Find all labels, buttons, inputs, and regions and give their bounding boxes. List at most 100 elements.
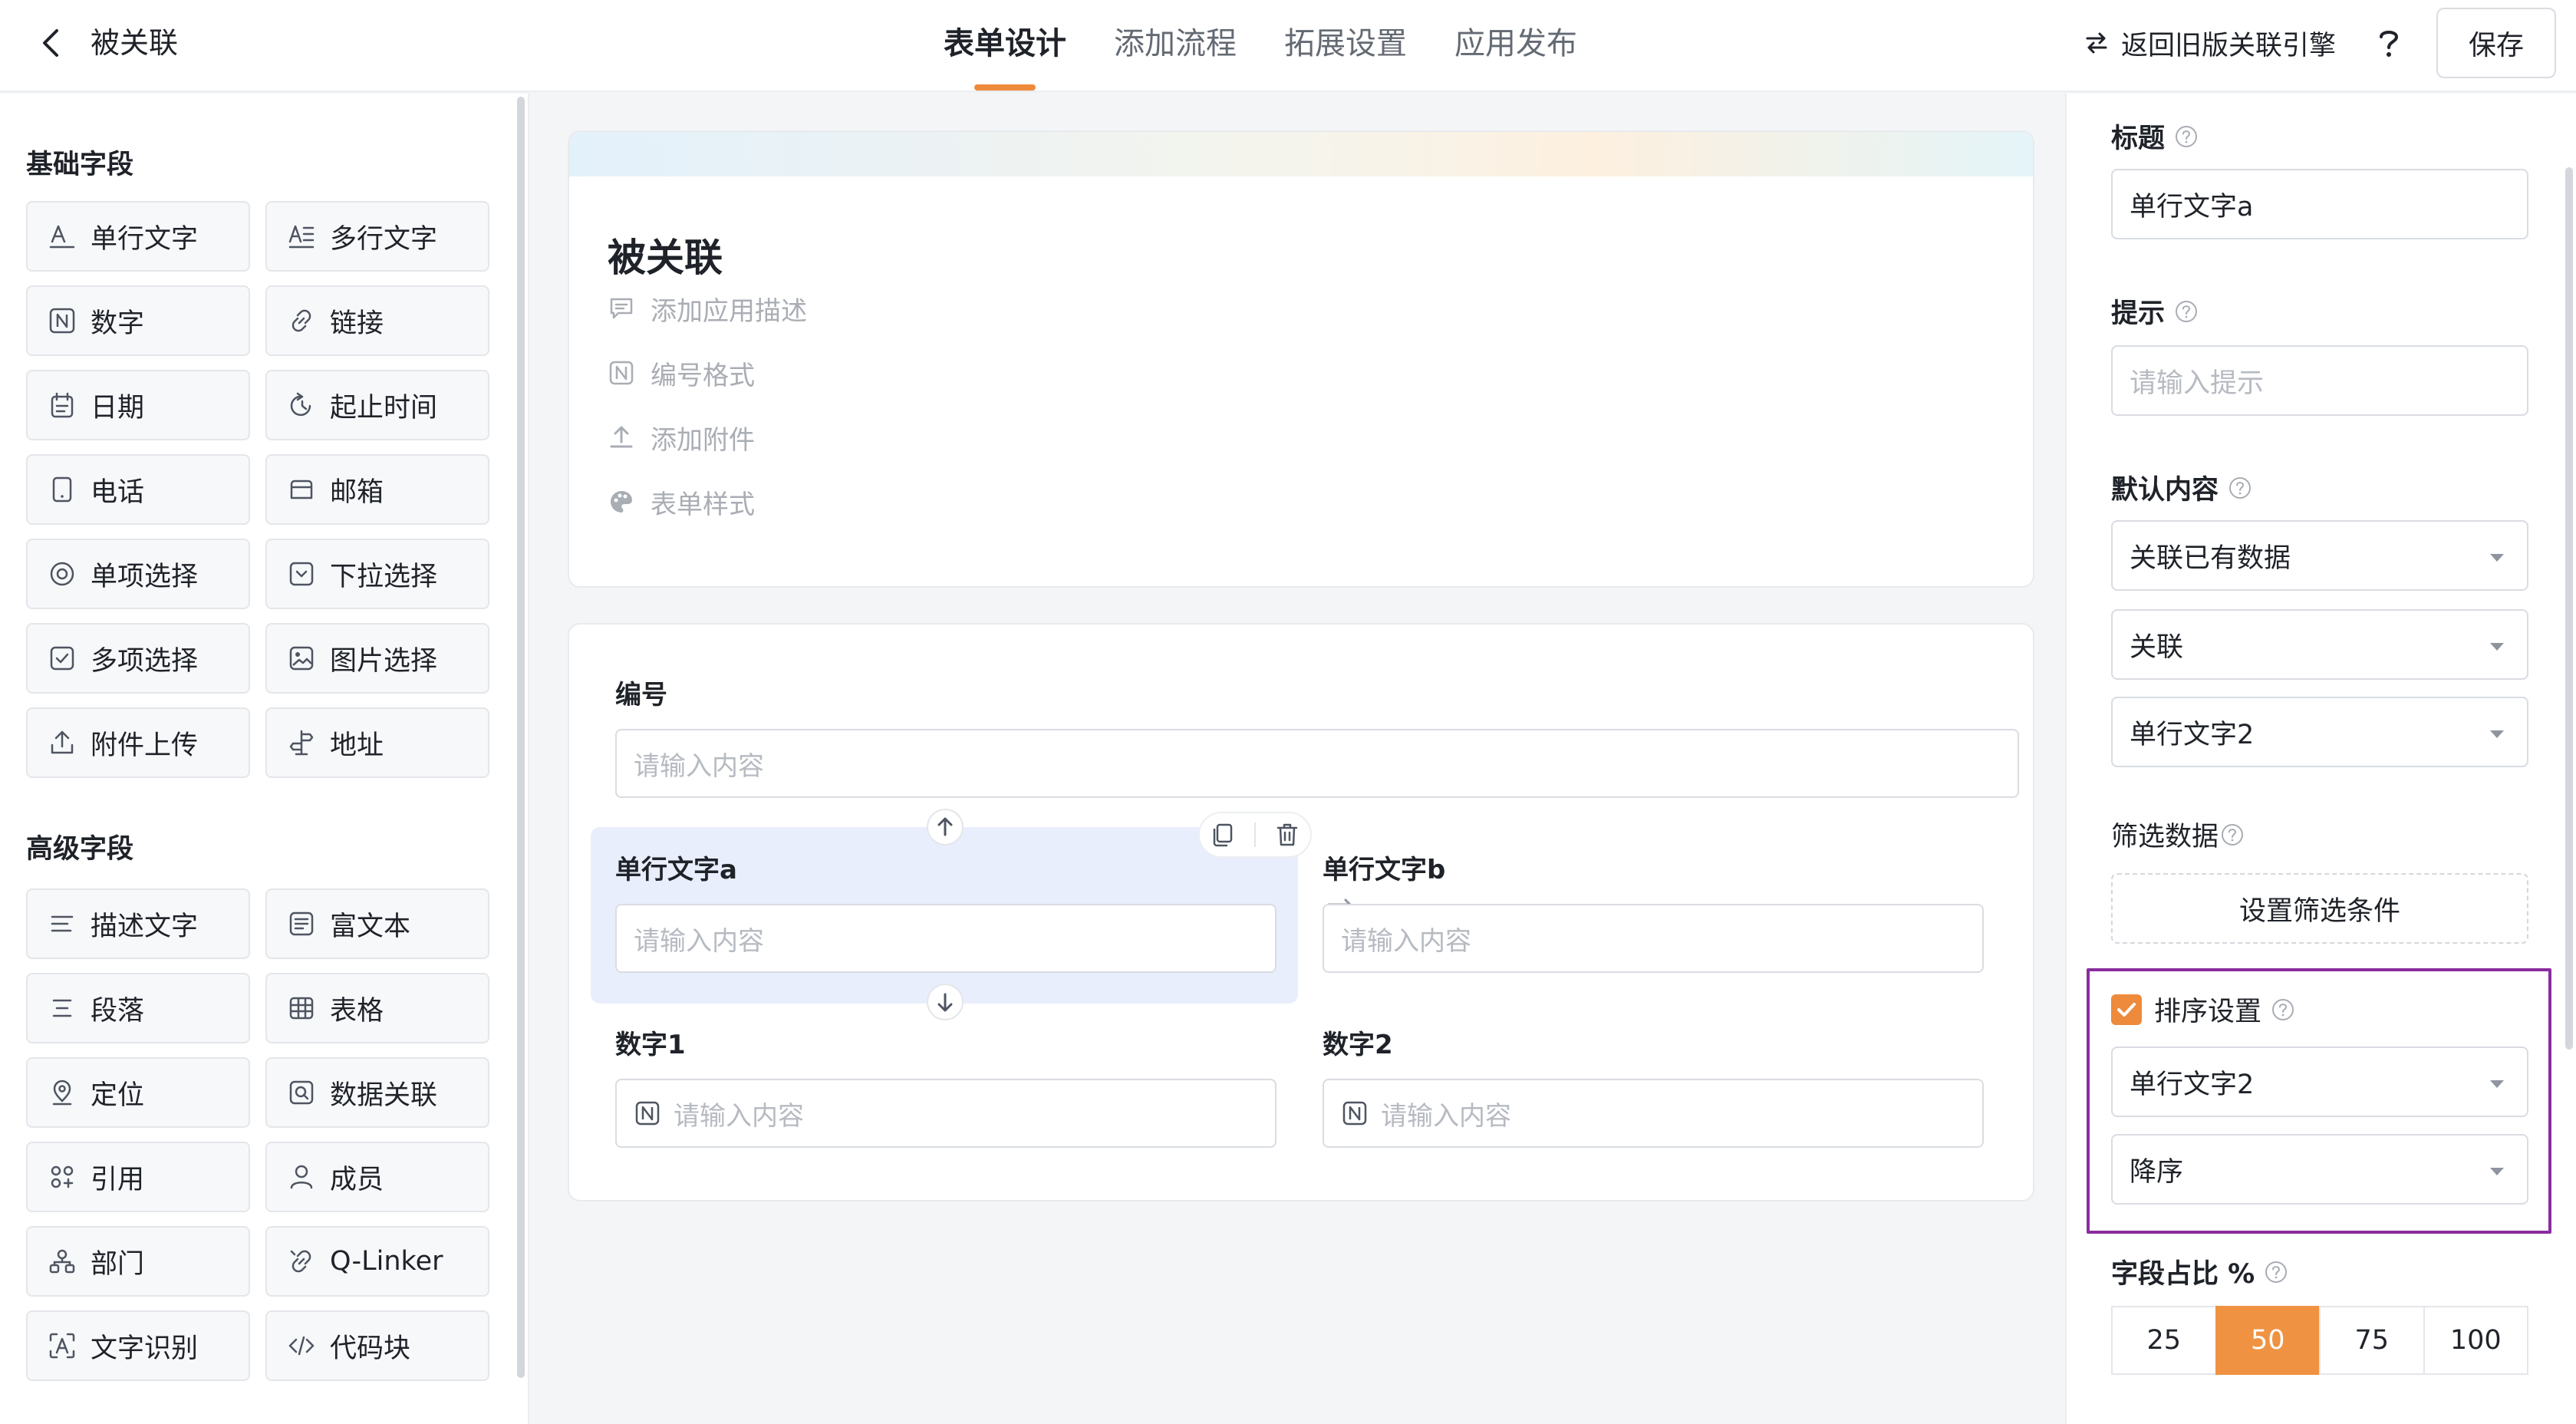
field-department[interactable]: 部门	[26, 1226, 250, 1297]
radio-icon	[50, 562, 74, 586]
field-image-choice[interactable]: 图片选择	[265, 623, 489, 694]
default-field-select[interactable]: 单行文字2	[2111, 697, 2528, 767]
image-icon	[289, 646, 314, 671]
hint-input[interactable]: 请输入提示	[2111, 345, 2528, 416]
field-description-text[interactable]: 描述文字	[26, 888, 250, 959]
title-prop-label: 标题	[2111, 117, 2199, 156]
tab-app-publish[interactable]: 应用发布	[1454, 0, 1577, 92]
question-circle-icon[interactable]	[2228, 476, 2252, 500]
move-field-up[interactable]	[927, 809, 964, 846]
field-email[interactable]: 邮箱	[265, 454, 489, 525]
field-code-block[interactable]: 代码块	[265, 1310, 489, 1381]
ratio-option-50[interactable]: 50	[2215, 1306, 2319, 1375]
field-attachment-upload[interactable]: 附件上传	[26, 707, 250, 778]
department-icon	[49, 1249, 75, 1274]
question-circle-icon[interactable]	[2264, 1260, 2288, 1284]
field-reference[interactable]: 引用	[26, 1142, 250, 1212]
main-tabs: 表单设计 添加流程 拓展设置 应用发布	[944, 0, 1577, 92]
advanced-fields-grid: 描述文字 富文本 段落 表格 定位 数据关联 引用 成员 部门 Q-Linker…	[26, 888, 489, 1381]
field-properties-panel: 标题 单行文字a 提示 请输入提示 默认内容 关联已有数据 关联 单行文字2 筛…	[2065, 94, 2576, 1424]
field-link[interactable]: 链接	[265, 285, 489, 356]
number-1-input[interactable]: 请输入内容	[615, 1079, 1276, 1148]
description-icon	[51, 915, 74, 932]
add-attachment[interactable]: 添加附件	[608, 419, 755, 456]
tab-form-design[interactable]: 表单设计	[944, 0, 1066, 92]
field-rich-text[interactable]: 富文本	[265, 888, 489, 959]
field-multi-line-text[interactable]: 多行文字	[265, 201, 489, 272]
ratio-option-25[interactable]: 25	[2111, 1306, 2215, 1375]
question-circle-icon[interactable]	[2174, 124, 2199, 149]
number-2-input[interactable]: 请输入内容	[1323, 1079, 1984, 1148]
q-linker-icon	[290, 1250, 311, 1273]
advanced-fields-title: 高级字段	[26, 834, 134, 865]
rich-text-icon	[289, 911, 314, 936]
top-bar: 被关联 表单设计 添加流程 拓展设置 应用发布 返回旧版关联引擎 保存	[0, 0, 2576, 92]
field-multi-choice[interactable]: 多项选择	[26, 623, 250, 694]
ratio-option-75[interactable]: 75	[2319, 1306, 2423, 1375]
legacy-engine-link[interactable]: 返回旧版关联引擎	[2083, 21, 2336, 64]
question-circle-icon[interactable]	[2271, 997, 2295, 1022]
number-icon	[635, 1101, 660, 1126]
field-phone[interactable]: 电话	[26, 454, 250, 525]
field-single-line-text[interactable]: 单行文字	[26, 201, 250, 272]
field-paragraph[interactable]: 段落	[26, 973, 250, 1043]
tab-extension-settings[interactable]: 拓展设置	[1284, 0, 1407, 92]
sort-settings-checkbox[interactable]	[2111, 994, 2142, 1025]
text-a-input[interactable]: 请输入内容	[615, 904, 1276, 973]
field-palette: 基础字段 单行文字 多行文字 数字 链接 日期 起止时间 电话 邮箱 单项选择 …	[0, 94, 529, 1424]
field-address[interactable]: 地址	[265, 707, 489, 778]
save-button[interactable]: 保存	[2436, 8, 2556, 78]
default-content-label: 默认内容	[2111, 468, 2252, 507]
number-icon	[1342, 1101, 1367, 1126]
form-fields-card: 编号 请输入内容 单行文字a 请输入内容 单行文字b 请输入内容 数字1 请输入…	[568, 623, 2034, 1202]
palette-icon	[611, 491, 632, 513]
form-title: 被关联	[608, 236, 723, 280]
question-circle-icon[interactable]	[2220, 822, 2245, 847]
default-source-select[interactable]: 关联已有数据	[2111, 520, 2528, 591]
basic-fields-grid: 单行文字 多行文字 数字 链接 日期 起止时间 电话 邮箱 单项选择 下拉选择 …	[26, 201, 489, 778]
field-single-choice[interactable]: 单项选择	[26, 539, 250, 609]
field-q-linker[interactable]: Q-Linker	[265, 1226, 489, 1297]
caret-down-icon	[2490, 730, 2504, 738]
field-data-link[interactable]: 数据关联	[265, 1057, 489, 1128]
question-circle-icon[interactable]	[2174, 299, 2199, 324]
add-app-description[interactable]: 添加应用描述	[608, 290, 807, 327]
delete-icon[interactable]	[1272, 819, 1303, 850]
caret-down-icon	[2490, 1168, 2504, 1175]
field-time-range[interactable]: 起止时间	[265, 370, 489, 440]
code-icon	[288, 1336, 315, 1356]
title-input[interactable]: 单行文字a	[2111, 169, 2528, 239]
field-location[interactable]: 定位	[26, 1057, 250, 1128]
serial-input[interactable]: 请输入内容	[615, 729, 2019, 798]
number-icon	[49, 308, 75, 334]
set-filter-button[interactable]: 设置筛选条件	[2111, 873, 2528, 944]
ocr-icon	[49, 1333, 75, 1359]
legacy-engine-label: 返回旧版关联引擎	[2121, 30, 2337, 61]
field-table[interactable]: 表格	[265, 973, 489, 1043]
field-label-number-1: 数字1	[615, 1030, 686, 1060]
form-header-card: 被关联 添加应用描述 编号格式 添加附件 表单样式	[568, 130, 2034, 588]
field-number[interactable]: 数字	[26, 285, 250, 356]
default-relation-select[interactable]: 关联	[2111, 609, 2528, 680]
field-dropdown[interactable]: 下拉选择	[265, 539, 489, 609]
chevron-left-icon[interactable]	[31, 21, 74, 64]
field-member[interactable]: 成员	[265, 1142, 489, 1212]
field-date[interactable]: 日期	[26, 370, 250, 440]
reference-icon	[51, 1165, 74, 1188]
help-icon[interactable]	[2369, 23, 2409, 63]
properties-scrollbar[interactable]	[2565, 167, 2573, 1050]
sort-field-select[interactable]: 单行文字2	[2111, 1047, 2528, 1117]
form-style[interactable]: 表单样式	[608, 483, 755, 520]
copy-icon[interactable]	[1207, 819, 1238, 850]
field-ocr[interactable]: 文字识别	[26, 1310, 250, 1381]
palette-scrollbar[interactable]	[517, 97, 525, 1378]
paragraph-icon	[52, 999, 72, 1017]
dropdown-icon	[289, 562, 314, 586]
text-b-input[interactable]: 请输入内容	[1323, 904, 1984, 973]
app-title: 被关联	[91, 26, 179, 60]
ratio-option-100[interactable]: 100	[2423, 1306, 2528, 1375]
tab-add-workflow[interactable]: 添加流程	[1114, 0, 1237, 92]
move-field-down[interactable]	[927, 984, 964, 1020]
sort-order-select[interactable]: 降序	[2111, 1134, 2528, 1205]
number-format[interactable]: 编号格式	[608, 354, 755, 391]
